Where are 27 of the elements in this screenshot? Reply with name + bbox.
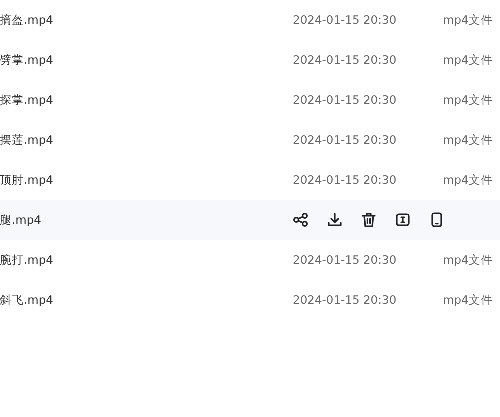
modified-date: 2024-01-15 20:30 (293, 13, 398, 27)
modified-date: 2024-01-15 20:30 (293, 133, 398, 147)
modified-date: 2024-01-15 20:30 (293, 93, 398, 107)
delete-icon[interactable] (361, 212, 377, 228)
file-type: mp4文件 (443, 292, 493, 308)
file-name[interactable]: 腕打.mp4 (0, 252, 293, 268)
file-name[interactable]: 摘盔.mp4 (0, 12, 293, 28)
modified-date: 2024-01-15 20:30 (293, 53, 398, 67)
rename-icon[interactable] (395, 212, 411, 228)
file-name[interactable]: 劈掌.mp4 (0, 52, 293, 68)
file-name[interactable]: 顶肘.mp4 (0, 172, 293, 188)
file-type: mp4文件 (443, 52, 493, 68)
share-icon[interactable] (293, 212, 309, 228)
file-name[interactable]: 腿.mp4 (0, 212, 293, 228)
file-type: mp4文件 (443, 252, 493, 268)
download-icon[interactable] (327, 212, 343, 228)
file-type: mp4文件 (443, 172, 493, 188)
file-name[interactable]: 斜飞.mp4 (0, 292, 293, 308)
modified-date: 2024-01-15 20:30 (293, 173, 398, 187)
file-type: mp4文件 (443, 12, 493, 28)
phone-icon[interactable] (429, 212, 445, 228)
modified-date: 2024-01-15 20:30 (293, 253, 398, 267)
file-name[interactable]: 探掌.mp4 (0, 92, 293, 108)
file-name[interactable]: 摆莲.mp4 (0, 132, 293, 148)
file-type: mp4文件 (443, 132, 493, 148)
modified-date: 2024-01-15 20:30 (293, 293, 398, 307)
file-type: mp4文件 (443, 92, 493, 108)
